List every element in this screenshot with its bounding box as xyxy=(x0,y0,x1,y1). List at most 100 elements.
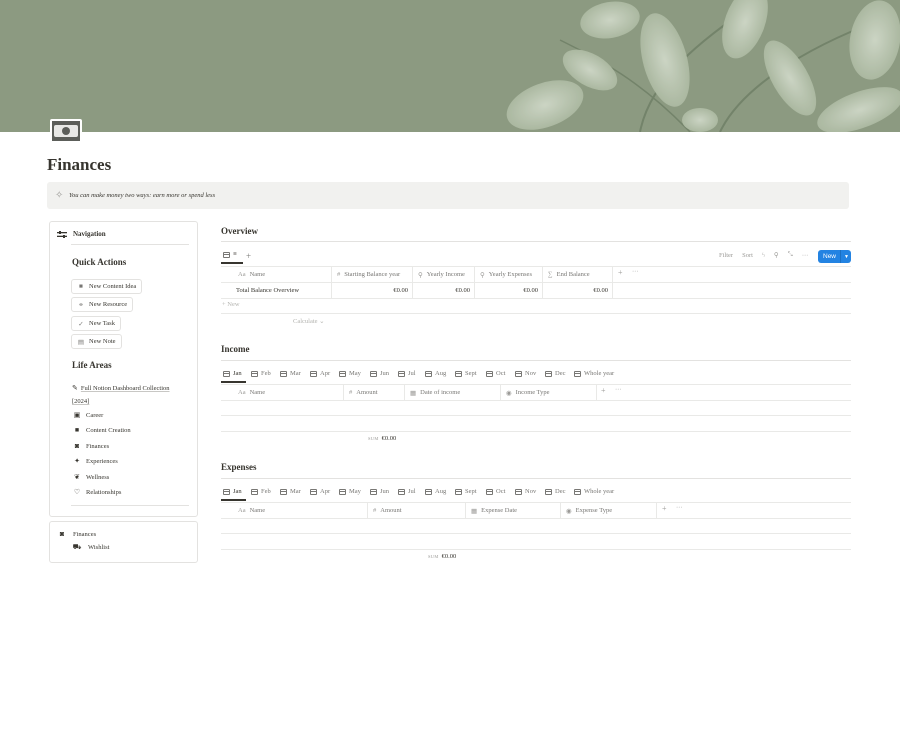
life-area-content-creation[interactable]: ■ Content Creation xyxy=(72,426,131,434)
tree-item-wishlist[interactable]: ⛟ Wishlist xyxy=(72,543,110,552)
divider xyxy=(221,360,851,361)
column-label: Name xyxy=(249,507,266,514)
money-icon[interactable] xyxy=(50,119,82,143)
more-icon[interactable]: ··· xyxy=(615,386,622,393)
income-tab-nov[interactable]: Nov xyxy=(515,370,536,377)
life-area-dashboard-collection[interactable]: ✎ Full Notion Dashboard Collection [2024] xyxy=(72,382,172,408)
new-resource-button[interactable]: ⚭ New Resource xyxy=(71,297,134,312)
table-border xyxy=(221,298,851,299)
income-tab-jan[interactable]: Jan xyxy=(223,370,242,377)
expenses-tab-sept[interactable]: Sept xyxy=(455,488,477,495)
expenses-tab-mar[interactable]: Mar xyxy=(280,488,301,495)
income-tab-oct[interactable]: Oct xyxy=(486,370,505,377)
column-header-date-of-income[interactable]: ▦ Date of income xyxy=(405,385,501,400)
table-icon xyxy=(251,488,258,495)
income-tab-jun[interactable]: Jun xyxy=(370,370,389,377)
income-tab-apr[interactable]: Apr xyxy=(310,370,330,377)
income-tab-feb[interactable]: Feb xyxy=(251,370,271,377)
table-icon xyxy=(545,370,552,377)
column-header-starting-balance[interactable]: # Starting Balance year xyxy=(332,267,413,282)
table-icon xyxy=(251,370,258,377)
expenses-tab-jan[interactable]: Jan xyxy=(223,488,242,495)
tab-label: Jul xyxy=(408,370,416,377)
table-icon xyxy=(486,370,493,377)
table-cell-name[interactable]: Total Balance Overview xyxy=(221,282,332,298)
sliders-icon xyxy=(57,230,67,238)
new-button[interactable]: New ▼ xyxy=(818,250,851,263)
overview-view-tab[interactable]: ≡ xyxy=(223,251,237,258)
navigation-header[interactable]: Navigation xyxy=(57,230,106,238)
add-column-button[interactable]: + xyxy=(662,504,667,513)
income-tab-jul[interactable]: Jul xyxy=(398,370,416,377)
more-icon[interactable]: ··· xyxy=(676,504,683,511)
expenses-tab-nov[interactable]: Nov xyxy=(515,488,536,495)
expenses-tab-oct[interactable]: Oct xyxy=(486,488,505,495)
chevron-down-icon[interactable]: ▼ xyxy=(841,254,849,260)
column-header-amount[interactable]: # Amount xyxy=(344,385,405,400)
column-header-name[interactable]: Aa Name xyxy=(233,385,344,400)
column-label: Yearly Income xyxy=(426,271,465,278)
column-header-yearly-income[interactable]: ⚲ Yearly Income xyxy=(413,267,475,282)
expenses-tab-feb[interactable]: Feb xyxy=(251,488,271,495)
expenses-tab-may[interactable]: May xyxy=(339,488,361,495)
new-row-button[interactable]: + New xyxy=(222,301,240,308)
expenses-tab-dec[interactable]: Dec xyxy=(545,488,565,495)
expenses-sum[interactable]: SUM €0.00 xyxy=(428,553,456,560)
tree-item-finances[interactable]: ◙ Finances xyxy=(57,530,96,538)
column-header-expense-type[interactable]: ◉ Expense Type xyxy=(561,503,657,518)
sparkles-icon: ✧ xyxy=(55,190,64,201)
add-column-button[interactable]: + xyxy=(601,386,606,395)
add-column-button[interactable]: + xyxy=(618,268,623,277)
expenses-tab-apr[interactable]: Apr xyxy=(310,488,330,495)
life-area-finances[interactable]: ◙ Finances xyxy=(72,442,109,450)
filter-button[interactable]: Filter xyxy=(719,252,733,259)
column-header-income-type[interactable]: ◉ Income Type xyxy=(501,385,597,400)
life-area-experiences[interactable]: ✦ Experiences xyxy=(72,457,118,465)
lightning-icon[interactable]: ϟ xyxy=(762,252,765,259)
new-task-button[interactable]: ✓ New Task xyxy=(71,316,121,331)
more-icon[interactable]: ··· xyxy=(802,252,809,259)
income-tab-dec[interactable]: Dec xyxy=(545,370,565,377)
expenses-tab-whole-year[interactable]: Whole year xyxy=(574,488,614,495)
expenses-tab-jul[interactable]: Jul xyxy=(398,488,416,495)
income-tab-may[interactable]: May xyxy=(339,370,361,377)
table-cell-income[interactable]: €0.00 xyxy=(413,282,475,298)
add-view-button[interactable]: + xyxy=(246,251,251,261)
column-header-name[interactable]: Aa Name xyxy=(233,503,368,518)
column-label: Yearly Expenses xyxy=(488,271,532,278)
table-cell-expenses[interactable]: €0.00 xyxy=(475,282,543,298)
video-icon: ■ xyxy=(79,283,83,290)
active-tab-indicator xyxy=(221,262,243,264)
income-tab-mar[interactable]: Mar xyxy=(280,370,301,377)
tab-label: Sept xyxy=(465,370,477,377)
table-cell-end[interactable]: €0.00 xyxy=(543,282,613,298)
more-icon[interactable]: ··· xyxy=(632,268,639,275)
new-content-idea-button[interactable]: ■ New Content Idea xyxy=(71,279,143,294)
table-cell-starting[interactable]: €0.00 xyxy=(332,282,413,298)
expenses-tab-jun[interactable]: Jun xyxy=(370,488,389,495)
tab-label: Aug xyxy=(435,488,447,495)
tab-label: Dec xyxy=(555,370,566,377)
calculate-button[interactable]: Calculate ⌄ xyxy=(293,317,325,325)
link-icon: ⚭ xyxy=(78,301,84,309)
sort-button[interactable]: Sort xyxy=(742,252,753,259)
expand-icon[interactable]: ⤡ xyxy=(788,251,793,259)
column-header-yearly-expenses[interactable]: ⚲ Yearly Expenses xyxy=(475,267,543,282)
search-icon[interactable]: ⚲ xyxy=(774,251,779,259)
income-sum[interactable]: SUM €0.00 xyxy=(368,435,396,442)
expenses-tab-aug[interactable]: Aug xyxy=(425,488,446,495)
column-header-expense-date[interactable]: ▦ Expense Date xyxy=(466,503,561,518)
life-area-wellness[interactable]: ❦ Wellness xyxy=(72,473,109,481)
income-tab-sept[interactable]: Sept xyxy=(455,370,477,377)
column-header-end-balance[interactable]: ∑ End Balance xyxy=(543,267,613,282)
table-icon xyxy=(398,370,405,377)
income-tab-whole-year[interactable]: Whole year xyxy=(574,370,614,377)
column-header-name[interactable]: Aa Name xyxy=(233,267,332,282)
column-header-amount[interactable]: # Amount xyxy=(368,503,466,518)
new-note-button[interactable]: ▤ New Note xyxy=(71,334,122,349)
life-area-relationships[interactable]: ♡ Relationships xyxy=(72,488,122,496)
life-area-career[interactable]: ▣ Career xyxy=(72,411,104,419)
income-tab-aug[interactable]: Aug xyxy=(425,370,446,377)
table-icon xyxy=(223,488,230,495)
table-icon xyxy=(339,488,346,495)
